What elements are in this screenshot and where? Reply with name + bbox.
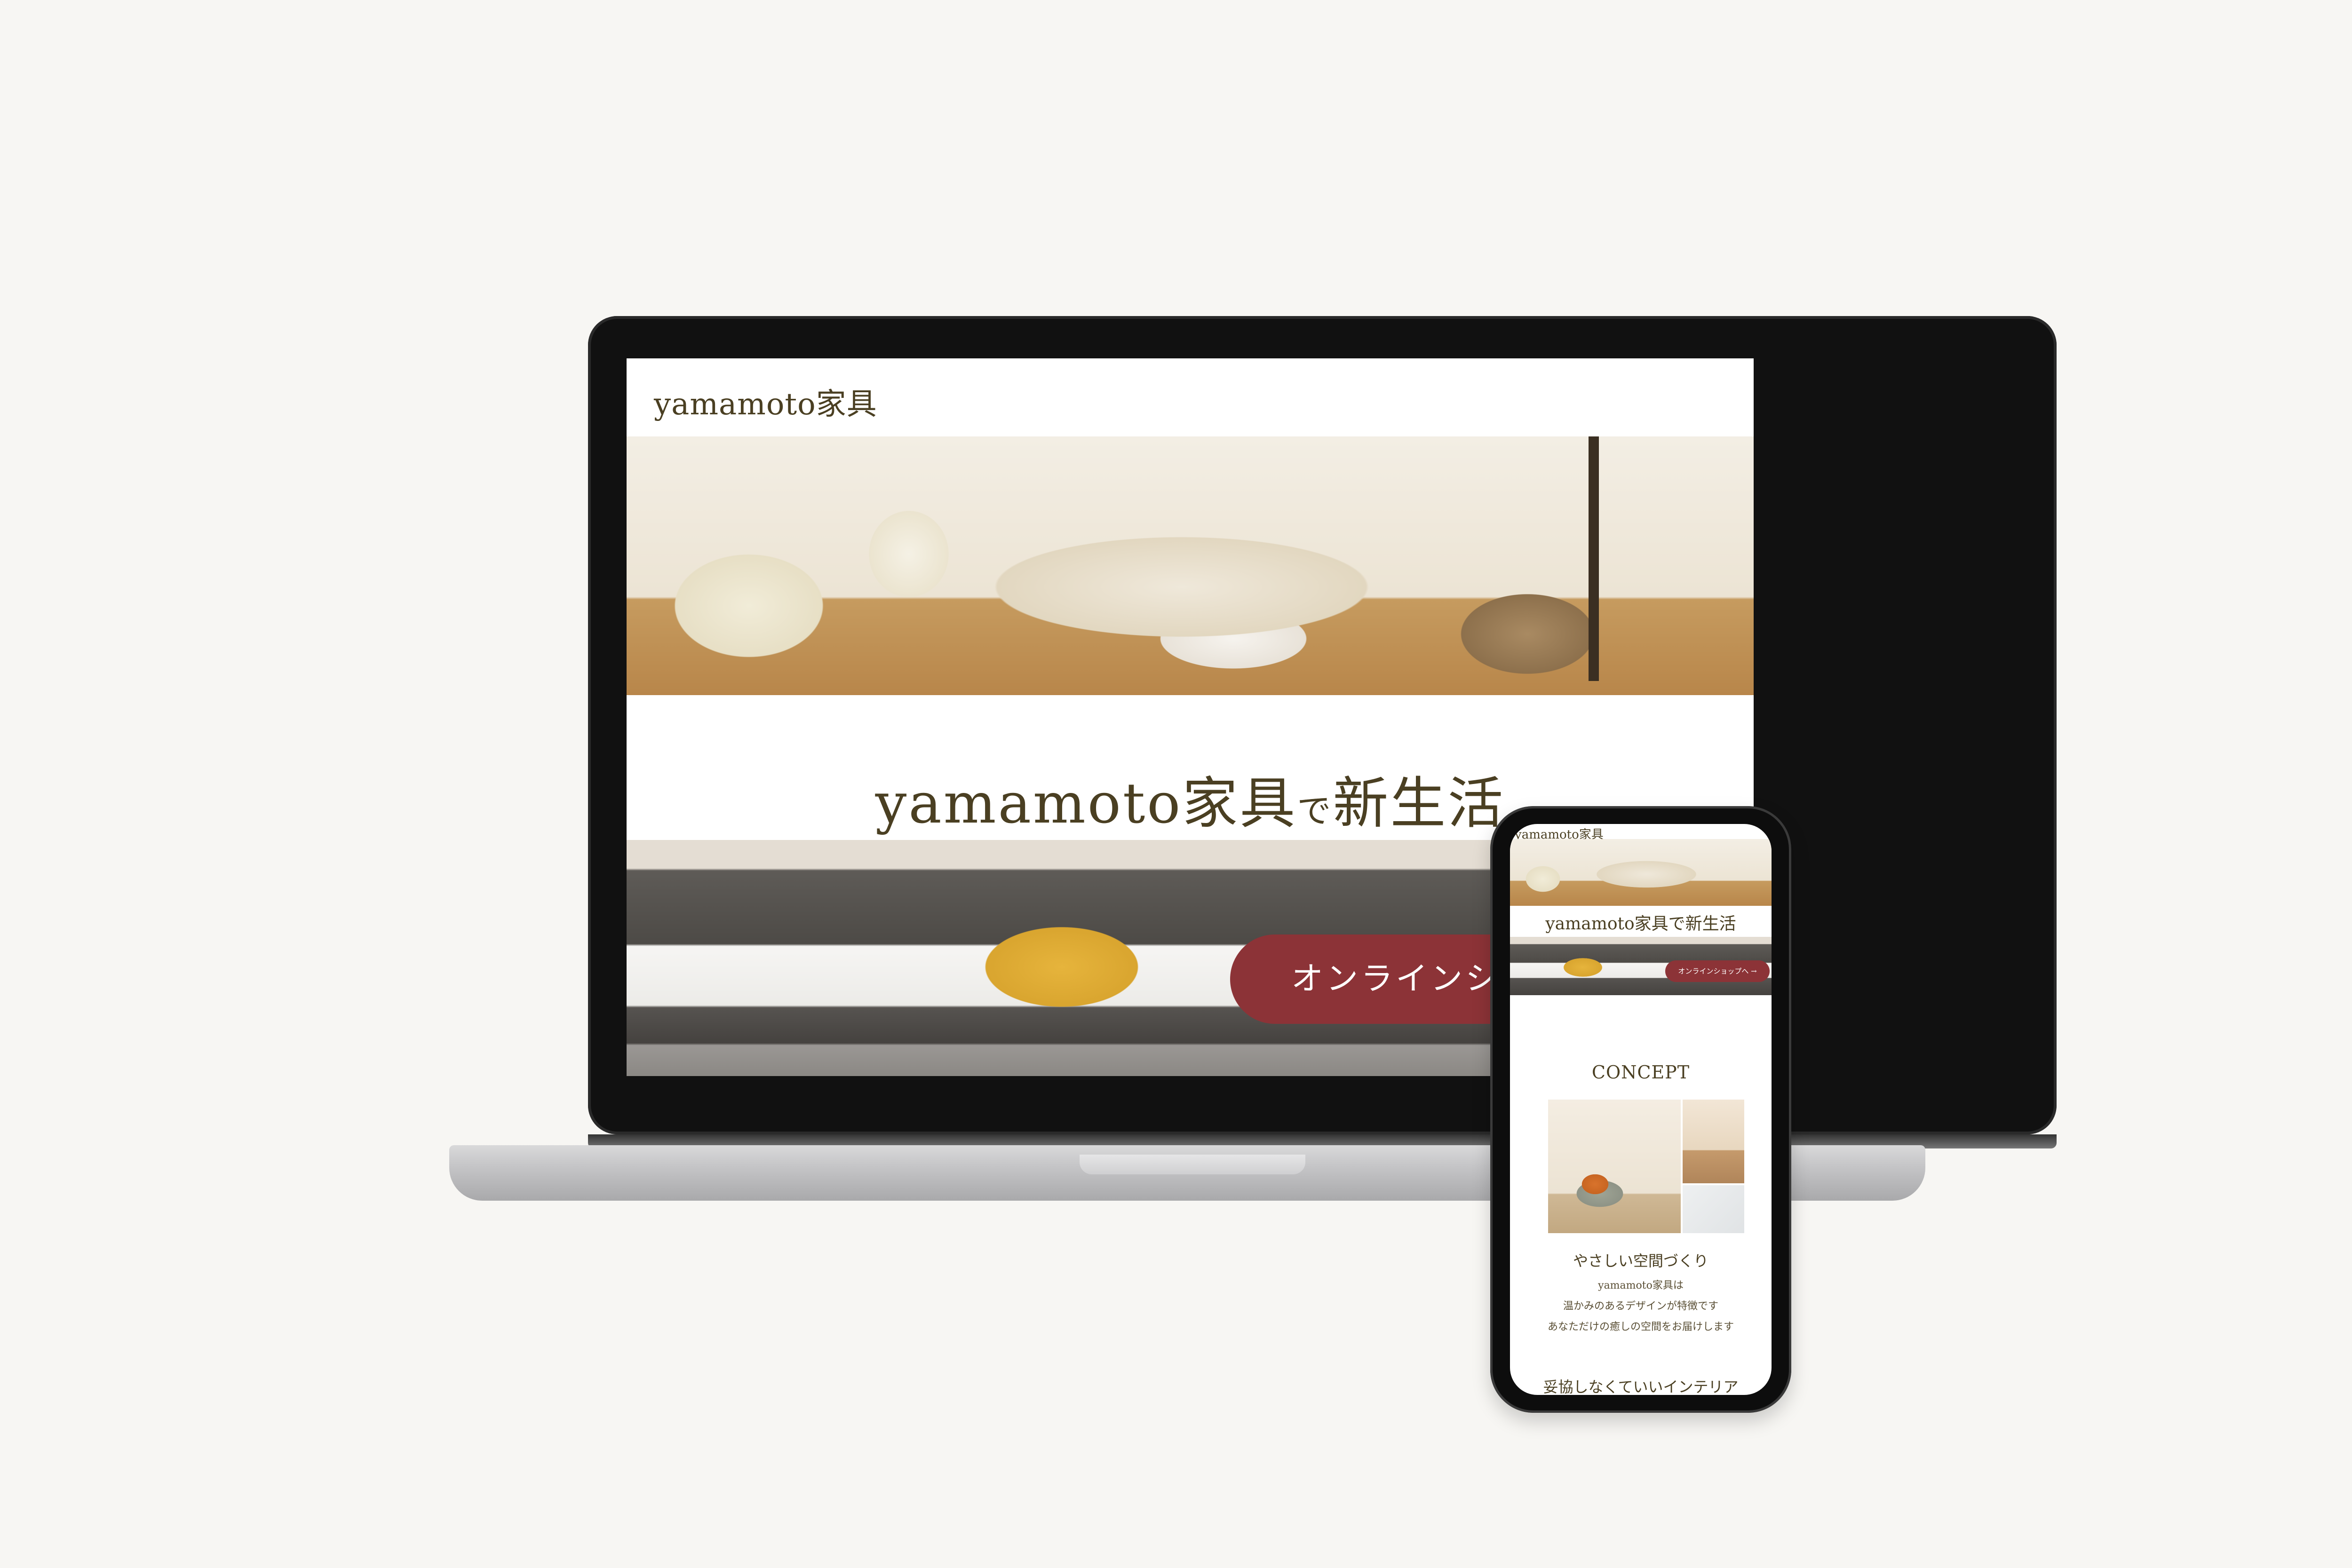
concept-description: yamamoto家具は 温かみのあるデザインが特徴です あなただけの癒しの空間を… xyxy=(1510,1275,1772,1338)
concept-title: CONCEPT xyxy=(1591,1062,1690,1083)
site-logo[interactable]: yamamoto家具 xyxy=(654,380,877,423)
phone-hero-heading: yamamoto家具で新生活 xyxy=(1545,914,1736,934)
concept-image-living xyxy=(1548,1100,1681,1233)
concept-line: 温かみのあるデザインが特徴です xyxy=(1563,1300,1718,1312)
concept-subtitle: やさしい空間づくり xyxy=(1573,1252,1708,1270)
next-section-title: 妥協しなくていいインテリア xyxy=(1543,1378,1739,1395)
phone-screen: yamamoto家具 yamamoto家具で新生活 オンラインショップへ → C… xyxy=(1510,824,1772,1395)
concept-image-bedroom xyxy=(1683,1100,1744,1183)
hero-living-room-image xyxy=(627,436,1754,695)
concept-line: あなただけの癒しの空間をお届けします xyxy=(1547,1321,1734,1333)
phone-hero-image xyxy=(1510,839,1772,906)
hero-heading-brand: yamamoto家具 xyxy=(875,771,1297,836)
concept-image-detail xyxy=(1683,1185,1744,1233)
floor-lamp-graphic xyxy=(1589,436,1599,681)
concept-line: yamamoto家具は xyxy=(1598,1280,1684,1291)
hero-heading-end: 新生活 xyxy=(1333,771,1505,836)
laptop-trackpad-notch xyxy=(1080,1155,1305,1174)
hero-heading-particle: で xyxy=(1297,791,1333,831)
phone-online-shop-button[interactable]: オンラインショップへ → xyxy=(1665,960,1770,982)
